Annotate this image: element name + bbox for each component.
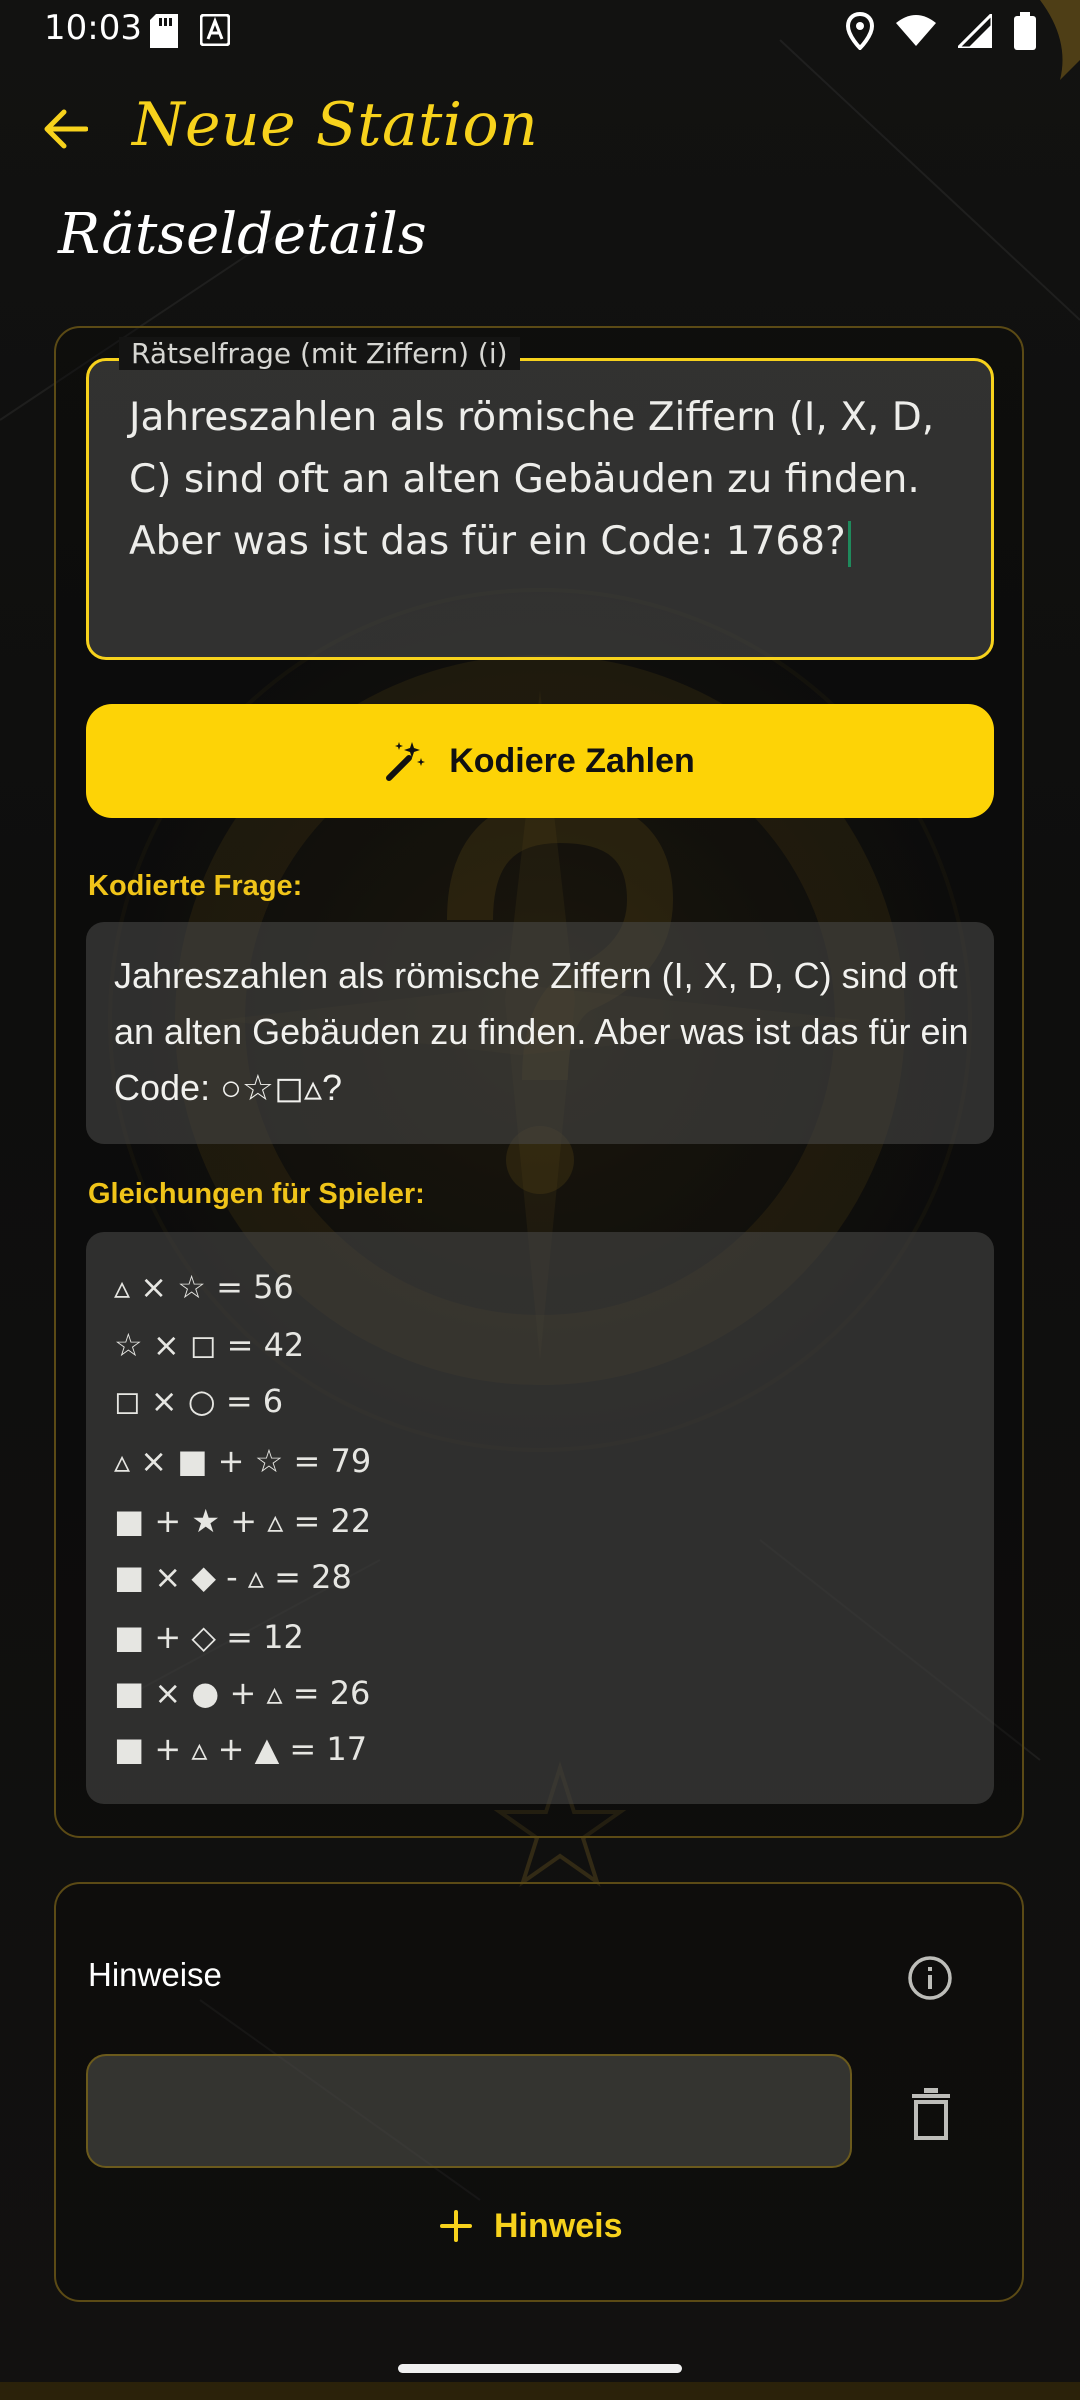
equation-item: ■ + ★ + ▵ = 22 bbox=[114, 1502, 372, 1540]
encoded-question-label: Kodierte Frage: bbox=[88, 870, 303, 902]
riddle-question-label: Rätselfrage (mit Ziffern) (i) bbox=[119, 337, 520, 370]
wifi-icon bbox=[896, 15, 936, 46]
equation-item: ■ × ● + ▵ = 26 bbox=[114, 1674, 371, 1712]
riddle-question-input[interactable]: Jahreszahlen als römische Ziffern (I, X,… bbox=[129, 387, 959, 573]
location-icon bbox=[846, 12, 874, 50]
equation-item: ▵ × ☆ = 56 bbox=[114, 1268, 294, 1306]
equation-item: ■ + ▵ + ▲ = 17 bbox=[114, 1730, 368, 1768]
equation-item: ◻ × ○ = 6 bbox=[114, 1382, 284, 1420]
hints-title: Hinweise bbox=[88, 1956, 222, 1993]
hint-input[interactable] bbox=[86, 2054, 852, 2168]
cellular-signal-icon bbox=[958, 14, 992, 48]
status-right-icons bbox=[846, 12, 1036, 50]
section-heading: Rätseldetails bbox=[58, 202, 427, 267]
battery-icon bbox=[1014, 12, 1036, 50]
equation-item: ☆ × ◻ = 42 bbox=[114, 1326, 305, 1364]
arrow-left-icon bbox=[44, 109, 88, 149]
text-cursor bbox=[847, 520, 851, 567]
equations-box: ▵ × ☆ = 56 ☆ × ◻ = 42 ◻ × ○ = 6 ▵ × ■ + … bbox=[86, 1232, 994, 1804]
magic-wand-icon bbox=[386, 742, 426, 781]
gesture-nav-handle[interactable] bbox=[398, 2364, 682, 2373]
sd-card-icon bbox=[150, 14, 178, 48]
equation-item: ■ + ◇ = 12 bbox=[114, 1618, 304, 1656]
status-left-icons bbox=[150, 14, 230, 48]
page-title: Neue Station bbox=[132, 90, 539, 160]
status-bar: 10:03 bbox=[0, 0, 1080, 62]
equation-item: ■ × ◆ - ▵ = 28 bbox=[114, 1558, 352, 1596]
equation-item: ▵ × ■ + ☆ = 79 bbox=[114, 1442, 372, 1480]
accessibility-font-icon bbox=[200, 14, 230, 46]
riddle-question-field[interactable]: Rätselfrage (mit Ziffern) (i) Jahreszahl… bbox=[86, 337, 994, 660]
back-button[interactable] bbox=[30, 94, 100, 164]
encoded-question-text: Jahreszahlen als römische Ziffern (I, X,… bbox=[114, 955, 969, 1108]
status-time: 10:03 bbox=[44, 8, 142, 48]
add-hint-button[interactable]: Hinweis bbox=[440, 2196, 650, 2256]
encoded-question-box: Jahreszahlen als römische Ziffern (I, X,… bbox=[86, 922, 994, 1144]
bottom-strip bbox=[0, 2382, 1080, 2400]
app-bar: Neue Station bbox=[0, 80, 1080, 180]
riddle-question-value: Jahreszahlen als römische Ziffern (I, X,… bbox=[129, 395, 935, 564]
encode-numbers-label: Kodiere Zahlen bbox=[449, 741, 695, 780]
info-icon[interactable] bbox=[906, 1954, 954, 2002]
screen: 10:03 Neue Station Rätseldetails Rätself… bbox=[0, 0, 1080, 2400]
trash-icon[interactable] bbox=[906, 2086, 956, 2142]
encode-numbers-button[interactable]: Kodiere Zahlen bbox=[86, 704, 994, 818]
add-hint-label: Hinweis bbox=[494, 2206, 623, 2245]
plus-icon bbox=[440, 2210, 472, 2242]
equations-label: Gleichungen für Spieler: bbox=[88, 1178, 425, 1210]
